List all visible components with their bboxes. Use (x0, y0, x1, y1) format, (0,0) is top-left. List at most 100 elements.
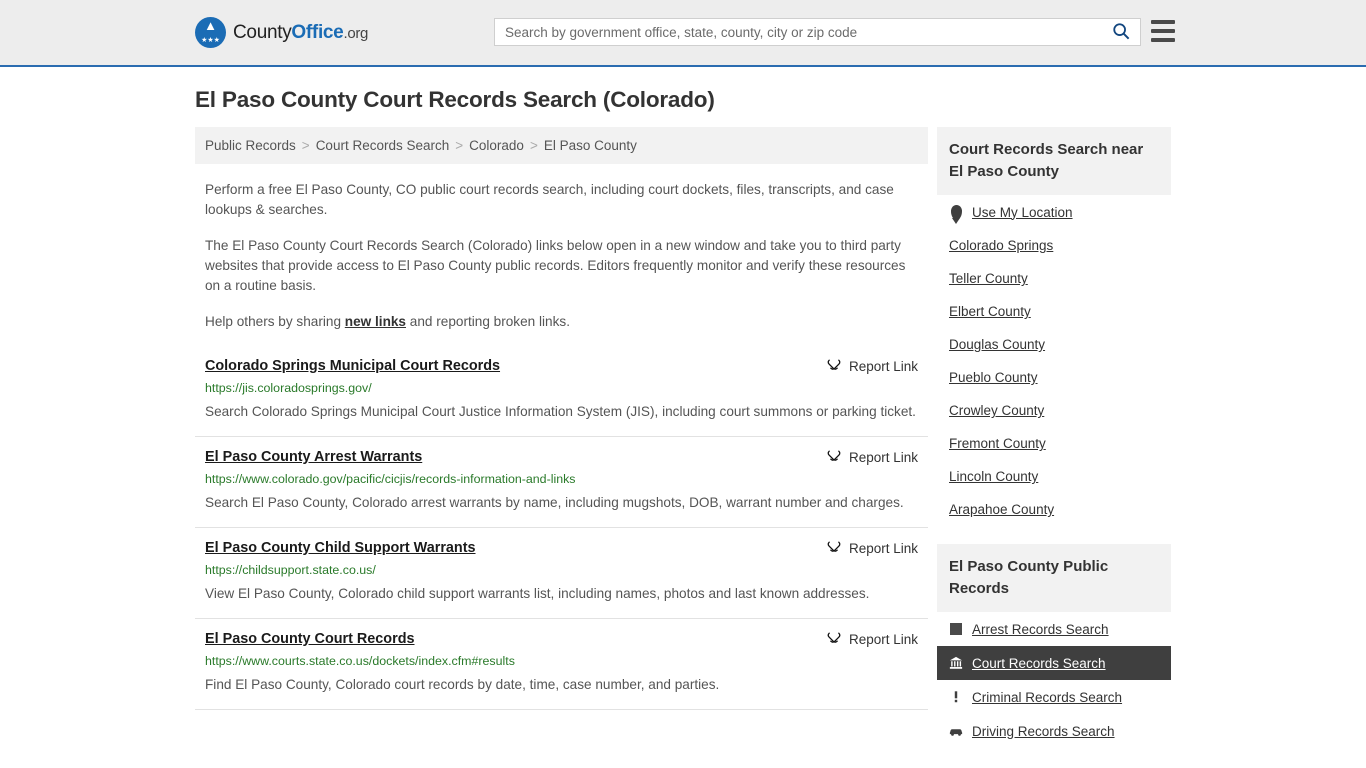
result-title[interactable]: El Paso County Child Support Warrants (205, 538, 476, 558)
broken-link-icon (826, 630, 842, 649)
intro-p3-before: Help others by sharing (205, 314, 345, 329)
result-url[interactable]: https://www.courts.state.co.us/dockets/i… (205, 652, 918, 670)
intro-paragraph-3: Help others by sharing new links and rep… (205, 312, 918, 332)
breadcrumb-item-colorado[interactable]: Colorado (469, 138, 524, 153)
report-link-label: Report Link (848, 632, 918, 647)
broken-link-icon (826, 357, 842, 376)
breadcrumb-item-el-paso-county[interactable]: El Paso County (544, 138, 637, 153)
public-record-label: Driving Records Search (972, 723, 1115, 739)
car-icon (949, 723, 963, 739)
sidebar-item-driving-records-search[interactable]: Driving Records Search (937, 714, 1171, 748)
map-pin-icon (949, 204, 963, 220)
report-link-label: Report Link (848, 450, 918, 465)
sidebar-item-pueblo-county[interactable]: Pueblo County (937, 361, 1171, 394)
sidebar-divider (937, 526, 1171, 544)
report-link-button[interactable]: Report Link (826, 538, 918, 558)
new-links-link[interactable]: new links (345, 314, 406, 329)
result-item: Colorado Springs Municipal Court Records… (195, 346, 928, 437)
exclamation-icon (949, 689, 963, 705)
sidebar-item-crowley-county[interactable]: Crowley County (937, 394, 1171, 427)
report-link-button[interactable]: Report Link (826, 447, 918, 467)
sidebar-item-elbert-county[interactable]: Elbert County (937, 295, 1171, 328)
nearby-place-label: Fremont County (949, 436, 1046, 451)
logo-text-org: .org (343, 24, 369, 42)
page-title: El Paso County Court Records Search (Col… (195, 87, 715, 112)
results-list: Colorado Springs Municipal Court Records… (195, 346, 928, 710)
nearby-place-label: Elbert County (949, 304, 1031, 319)
sidebar-item-arapahoe-county[interactable]: Arapahoe County (937, 493, 1171, 526)
result-description: View El Paso County, Colorado child supp… (205, 586, 870, 601)
sidebar-item-court-records-search[interactable]: Court Records Search (937, 646, 1171, 680)
public-record-label: Arrest Records Search (972, 621, 1109, 637)
result-title[interactable]: Colorado Springs Municipal Court Records (205, 356, 500, 376)
search-icon (1112, 22, 1130, 43)
breadcrumb-separator: > (529, 138, 538, 153)
public-records-list: Arrest Records Search Court Records Sear… (937, 612, 1171, 748)
search-button[interactable] (1102, 19, 1140, 45)
fingerprint-square-icon (949, 621, 963, 637)
result-title[interactable]: El Paso County Arrest Warrants (205, 447, 422, 467)
main-content: Public Records > Court Records Search > … (195, 127, 928, 748)
logo-text-office: Office (291, 21, 344, 43)
hamburger-bar (1151, 20, 1175, 24)
broken-link-icon (826, 448, 842, 467)
logo-text-county: County (233, 21, 292, 43)
breadcrumb: Public Records > Court Records Search > … (195, 127, 928, 164)
sidebar: Court Records Search near El Paso County… (937, 127, 1171, 748)
result-title[interactable]: El Paso County Court Records (205, 629, 415, 649)
report-link-button[interactable]: Report Link (826, 356, 918, 376)
public-records-box: El Paso County Public Records Arrest Rec… (937, 544, 1171, 748)
nearby-place-label: Arapahoe County (949, 502, 1055, 517)
nearby-place-label: Crowley County (949, 403, 1045, 418)
breadcrumb-separator: > (455, 138, 464, 153)
site-header: ▲ ★★★ CountyOffice.org (0, 0, 1366, 67)
result-url[interactable]: https://childsupport.state.co.us/ (205, 561, 918, 579)
breadcrumb-item-court-records-search[interactable]: Court Records Search (316, 138, 450, 153)
result-description: Find El Paso County, Colorado court reco… (205, 677, 720, 692)
sidebar-item-teller-county[interactable]: Teller County (937, 262, 1171, 295)
use-my-location-item[interactable]: Use My Location (937, 195, 1171, 229)
nearby-place-label: Colorado Springs (949, 238, 1054, 253)
public-record-label: Court Records Search (972, 655, 1106, 671)
nearby-place-label: Douglas County (949, 337, 1046, 352)
public-records-heading: El Paso County Public Records (937, 544, 1171, 612)
hamburger-bar (1151, 29, 1175, 33)
sidebar-item-douglas-county[interactable]: Douglas County (937, 328, 1171, 361)
hamburger-bar (1151, 38, 1175, 42)
result-url[interactable]: https://jis.coloradosprings.gov/ (205, 379, 918, 397)
nearby-searches-list: Use My Location Colorado Springs Teller … (937, 195, 1171, 526)
nearby-place-label: Pueblo County (949, 370, 1038, 385)
site-logo[interactable]: ▲ ★★★ CountyOffice.org (195, 17, 368, 48)
report-link-label: Report Link (848, 359, 918, 374)
intro-paragraph-2: The El Paso County Court Records Search … (205, 238, 906, 293)
intro-paragraph-1: Perform a free El Paso County, CO public… (205, 182, 894, 217)
result-item: El Paso County Child Support Warrants Re… (195, 528, 928, 619)
public-record-label: Criminal Records Search (972, 689, 1123, 705)
search-input[interactable] (495, 19, 1102, 45)
nearby-place-label: Lincoln County (949, 469, 1039, 484)
intro-text: Perform a free El Paso County, CO public… (195, 180, 928, 332)
hamburger-menu-icon[interactable] (1151, 20, 1175, 42)
intro-p3-after: and reporting broken links. (406, 314, 570, 329)
report-link-label: Report Link (848, 541, 918, 556)
sidebar-item-colorado-springs[interactable]: Colorado Springs (937, 229, 1171, 262)
search-bar (494, 18, 1141, 46)
result-description: Search Colorado Springs Municipal Court … (205, 404, 916, 419)
sidebar-item-criminal-records-search[interactable]: Criminal Records Search (937, 680, 1171, 714)
result-item: El Paso County Arrest Warrants Report Li… (195, 437, 928, 528)
report-link-button[interactable]: Report Link (826, 629, 918, 649)
result-item: El Paso County Court Records Report Link (195, 619, 928, 710)
use-my-location-label: Use My Location (972, 204, 1073, 220)
courthouse-icon (949, 655, 963, 671)
nearby-place-label: Teller County (949, 271, 1028, 286)
eagle-seal-icon: ▲ ★★★ (195, 17, 226, 48)
result-url[interactable]: https://www.colorado.gov/pacific/cicjis/… (205, 470, 918, 488)
sidebar-item-fremont-county[interactable]: Fremont County (937, 427, 1171, 460)
logo-wordmark: CountyOffice.org (233, 22, 368, 44)
breadcrumb-item-public-records[interactable]: Public Records (205, 138, 296, 153)
breadcrumb-separator: > (301, 138, 310, 153)
sidebar-item-lincoln-county[interactable]: Lincoln County (937, 460, 1171, 493)
nearby-searches-heading: Court Records Search near El Paso County (937, 127, 1171, 195)
result-description: Search El Paso County, Colorado arrest w… (205, 495, 904, 510)
sidebar-item-arrest-records-search[interactable]: Arrest Records Search (937, 612, 1171, 646)
